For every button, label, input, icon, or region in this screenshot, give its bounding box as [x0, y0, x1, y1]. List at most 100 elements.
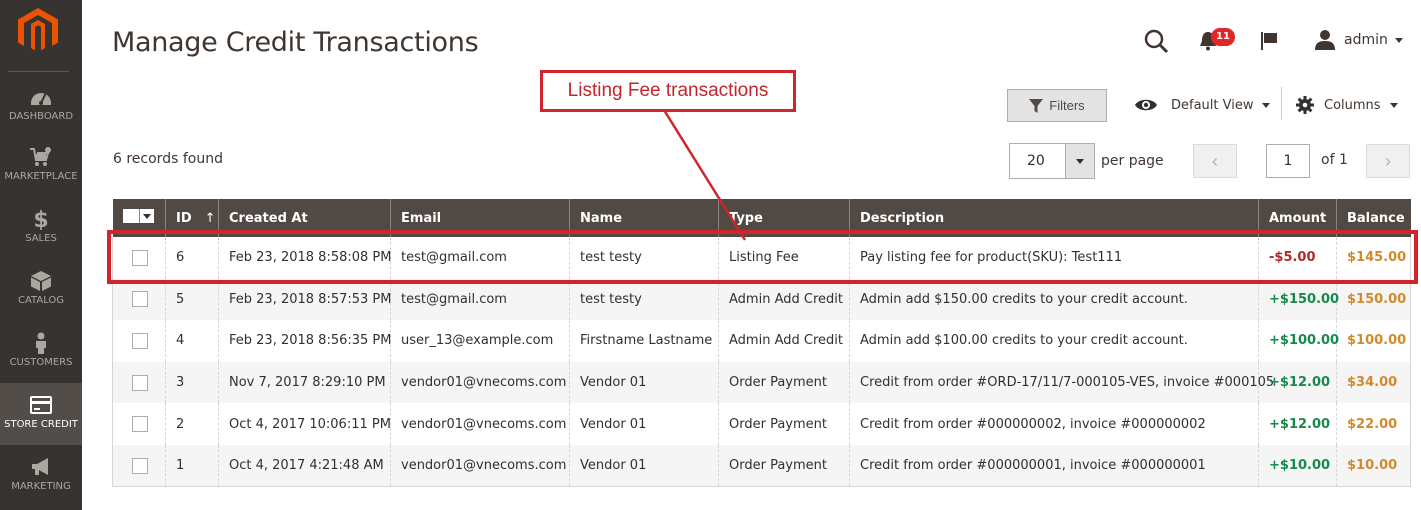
row-checkbox[interactable] — [132, 374, 148, 391]
balance-cell: $10.00 — [1336, 444, 1411, 488]
type-cell: Order Payment — [718, 403, 850, 445]
column-header-type[interactable]: Type — [718, 199, 850, 237]
sidebar-item-label: SALES — [25, 233, 57, 244]
balance-value: $34.00 — [1347, 375, 1398, 391]
sidebar-item-label: STORE CREDIT — [4, 419, 78, 430]
name-cell: test testy — [569, 278, 719, 321]
dollar-icon: $ — [33, 208, 48, 230]
sidebar-item-label: MARKETPLACE — [4, 171, 78, 182]
row-checkbox[interactable] — [132, 457, 148, 474]
name-cell: test testy — [569, 237, 719, 279]
amount-cell: +$12.00 — [1258, 403, 1337, 445]
email-value: vendor01@vnecoms.com — [401, 458, 567, 474]
sidebar-item-marketing[interactable]: MARKETING — [0, 456, 82, 510]
email-value: user_13@example.com — [401, 333, 554, 349]
next-page-button[interactable]: › — [1366, 144, 1410, 178]
filters-button[interactable]: Filters — [1007, 89, 1107, 122]
created-at-cell: Oct 4, 2017 4:21:48 AM — [218, 444, 391, 488]
created-at-cell: Nov 7, 2017 8:29:10 PM — [218, 361, 391, 404]
type-cell: Order Payment — [718, 361, 850, 404]
column-header-id[interactable]: ID ↑ — [165, 199, 219, 237]
mass-select-dropdown[interactable] — [122, 209, 154, 223]
columns-label: Columns — [1324, 97, 1381, 113]
total-pages-label: of 1 — [1321, 152, 1348, 168]
per-page-dropdown-button[interactable] — [1065, 143, 1095, 179]
amount-value: +$100.00 — [1269, 333, 1340, 349]
table-row[interactable]: 5 Feb 23, 2018 8:57:53 PM test@gmail.com te… — [112, 278, 1411, 321]
chevron-left-icon: ‹ — [1212, 150, 1218, 171]
column-header-name[interactable]: Name — [569, 199, 719, 237]
sidebar-item-dashboard[interactable]: DASHBOARD — [0, 86, 82, 148]
id-value: 3 — [176, 375, 185, 391]
chevron-down-icon — [1076, 158, 1084, 164]
column-header-email[interactable]: Email — [390, 199, 570, 237]
balance-cell: $150.00 — [1336, 278, 1411, 321]
column-header-created-at[interactable]: Created At — [218, 199, 391, 237]
table-row[interactable]: 4 Feb 23, 2018 8:56:35 PM user_13@example.… — [112, 320, 1411, 362]
amount-value: +$12.00 — [1269, 416, 1331, 432]
cart-gear-icon — [30, 147, 51, 166]
email-cell: test@gmail.com — [390, 237, 570, 279]
type-cell: Order Payment — [718, 444, 850, 488]
admin-sidebar: DASHBOARD MARKETPLACE $ SALES CATALOG CU… — [0, 0, 82, 510]
magento-logo-icon[interactable] — [18, 8, 58, 54]
description-cell: Credit from order #000000002, invoice #0… — [849, 403, 1259, 445]
amount-value: +$150.00 — [1269, 291, 1340, 307]
search-icon[interactable] — [1143, 28, 1169, 54]
created-at-value: Oct 4, 2017 4:21:48 AM — [229, 458, 384, 474]
megaphone-icon — [32, 458, 48, 475]
mass-select-checkbox[interactable] — [122, 209, 139, 223]
description-cell: Admin add $100.00 credits to your credit… — [849, 320, 1259, 362]
description-value: Credit from order #000000001, invoice #0… — [860, 458, 1206, 474]
id-value: 1 — [176, 458, 185, 474]
email-cell: vendor01@vnecoms.com — [390, 444, 570, 488]
current-page-input[interactable]: 1 — [1266, 144, 1310, 178]
amount-cell: +$12.00 — [1258, 361, 1337, 404]
chevron-down-icon — [1394, 37, 1403, 43]
column-header-description[interactable]: Description — [849, 199, 1259, 237]
name-value: Vendor 01 — [580, 375, 647, 391]
name-value: test testy — [580, 250, 642, 266]
sidebar-item-label: CUSTOMERS — [9, 357, 73, 368]
table-row[interactable]: 6 Feb 23, 2018 8:58:08 PM test@gmail.com te… — [112, 237, 1411, 279]
columns-dropdown[interactable]: Columns — [1296, 94, 1398, 116]
row-checkbox[interactable] — [132, 249, 148, 266]
user-icon — [1315, 30, 1335, 50]
default-view-dropdown[interactable]: Default View — [1134, 94, 1271, 116]
per-page-value[interactable]: 20 — [1009, 143, 1065, 179]
column-header-balance[interactable]: Balance — [1336, 199, 1411, 237]
sidebar-item-label: DASHBOARD — [8, 111, 74, 122]
chevron-down-icon — [142, 213, 151, 219]
row-checkbox[interactable] — [132, 332, 148, 349]
amount-cell: -$5.00 — [1258, 237, 1337, 279]
row-checkbox[interactable] — [132, 291, 148, 308]
id-value: 2 — [176, 416, 185, 432]
sidebar-divider — [8, 71, 69, 72]
email-value: test@gmail.com — [401, 250, 507, 266]
email-cell: user_13@example.com — [390, 320, 570, 362]
mass-select-header[interactable] — [112, 199, 166, 237]
email-cell: vendor01@vnecoms.com — [390, 403, 570, 445]
column-header-amount[interactable]: Amount — [1258, 199, 1337, 237]
admin-user-menu[interactable]: admin — [1314, 29, 1403, 51]
balance-cell: $100.00 — [1336, 320, 1411, 362]
type-value: Admin Add Credit — [729, 333, 843, 349]
table-row[interactable]: 3 Nov 7, 2017 8:29:10 PM vendor01@vnecoms.… — [112, 361, 1411, 404]
created-at-value: Feb 23, 2018 8:57:53 PM — [229, 291, 392, 307]
filter-funnel-icon — [1029, 98, 1044, 113]
row-checkbox[interactable] — [132, 416, 148, 433]
sidebar-item-catalog[interactable]: CATALOG — [0, 270, 82, 332]
table-row[interactable]: 2 Oct 4, 2017 10:06:11 PM vendor01@vnecoms… — [112, 403, 1411, 445]
table-row[interactable]: 1 Oct 4, 2017 4:21:48 AM vendor01@vnecoms.… — [112, 444, 1411, 488]
id-value: 4 — [176, 333, 185, 349]
notifications-count-badge[interactable]: 11 — [1211, 28, 1235, 46]
flag-icon[interactable] — [1259, 31, 1279, 51]
dashboard-gauge-icon — [31, 92, 51, 105]
sidebar-item-sales[interactable]: $ SALES — [0, 208, 82, 270]
select-cell — [112, 278, 166, 321]
previous-page-button[interactable]: ‹ — [1193, 144, 1237, 178]
sidebar-item-marketplace[interactable]: MARKETPLACE — [0, 146, 82, 208]
sidebar-item-store-credit[interactable]: STORE CREDIT — [0, 383, 82, 445]
records-found-count: 6 records found — [113, 151, 223, 167]
balance-value: $10.00 — [1347, 458, 1398, 474]
